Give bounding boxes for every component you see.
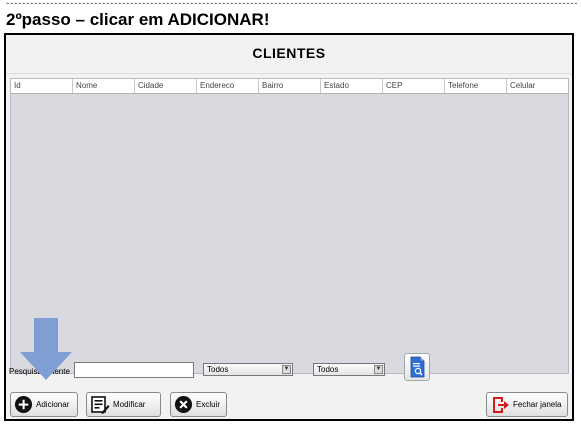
separator-dashes: ----------------------------------------… bbox=[5, 0, 577, 8]
column-header-cidade[interactable]: Cidade bbox=[135, 79, 197, 93]
close-window-button-label: Fechar janela bbox=[513, 400, 562, 409]
column-header-endereco[interactable]: Endereco bbox=[197, 79, 259, 93]
report-document-icon bbox=[410, 356, 425, 378]
column-header-nome[interactable]: Nome bbox=[73, 79, 135, 93]
exit-door-icon bbox=[493, 396, 509, 413]
modify-button[interactable]: Modificar bbox=[86, 392, 161, 417]
window-title: CLIENTES bbox=[252, 45, 326, 61]
column-header-bairro[interactable]: Bairro bbox=[259, 79, 321, 93]
search-input[interactable] bbox=[74, 362, 194, 378]
column-header-telefone[interactable]: Telefone bbox=[445, 79, 507, 93]
clientes-window: CLIENTES Id Nome Cidade Endereco Bairro … bbox=[4, 33, 574, 421]
filter-select-1-value: Todos bbox=[207, 365, 229, 374]
column-header-estado[interactable]: Estado bbox=[321, 79, 383, 93]
filter-select-1[interactable]: Todos ▼ bbox=[203, 363, 293, 376]
modify-button-label: Modificar bbox=[113, 400, 146, 409]
pointer-arrow-icon bbox=[20, 318, 72, 380]
column-header-id[interactable]: Id bbox=[11, 79, 73, 93]
dropdown-arrow-icon[interactable]: ▼ bbox=[282, 365, 291, 374]
delete-circle-icon bbox=[174, 395, 193, 414]
delete-button[interactable]: Excluir bbox=[170, 392, 227, 417]
add-button[interactable]: Adicionar bbox=[10, 392, 78, 417]
edit-list-icon bbox=[91, 395, 110, 414]
add-button-label: Adicionar bbox=[36, 400, 70, 409]
column-header-celular[interactable]: Celular bbox=[507, 79, 568, 93]
filter-select-2[interactable]: Todos ▼ bbox=[313, 363, 385, 376]
delete-button-label: Excluir bbox=[196, 400, 221, 409]
filter-select-2-value: Todos bbox=[317, 365, 339, 374]
column-header-cep[interactable]: CEP bbox=[383, 79, 445, 93]
clients-table[interactable]: Id Nome Cidade Endereco Bairro Estado CE… bbox=[10, 78, 569, 374]
table-header: Id Nome Cidade Endereco Bairro Estado CE… bbox=[11, 79, 568, 94]
add-circle-icon bbox=[14, 395, 33, 414]
dropdown-arrow-icon[interactable]: ▼ bbox=[374, 365, 383, 374]
title-divider bbox=[6, 73, 572, 74]
close-window-button[interactable]: Fechar janela bbox=[486, 392, 568, 417]
step-title: 2ºpasso – clicar em ADICIONAR! bbox=[6, 10, 270, 29]
report-button[interactable] bbox=[404, 353, 430, 381]
